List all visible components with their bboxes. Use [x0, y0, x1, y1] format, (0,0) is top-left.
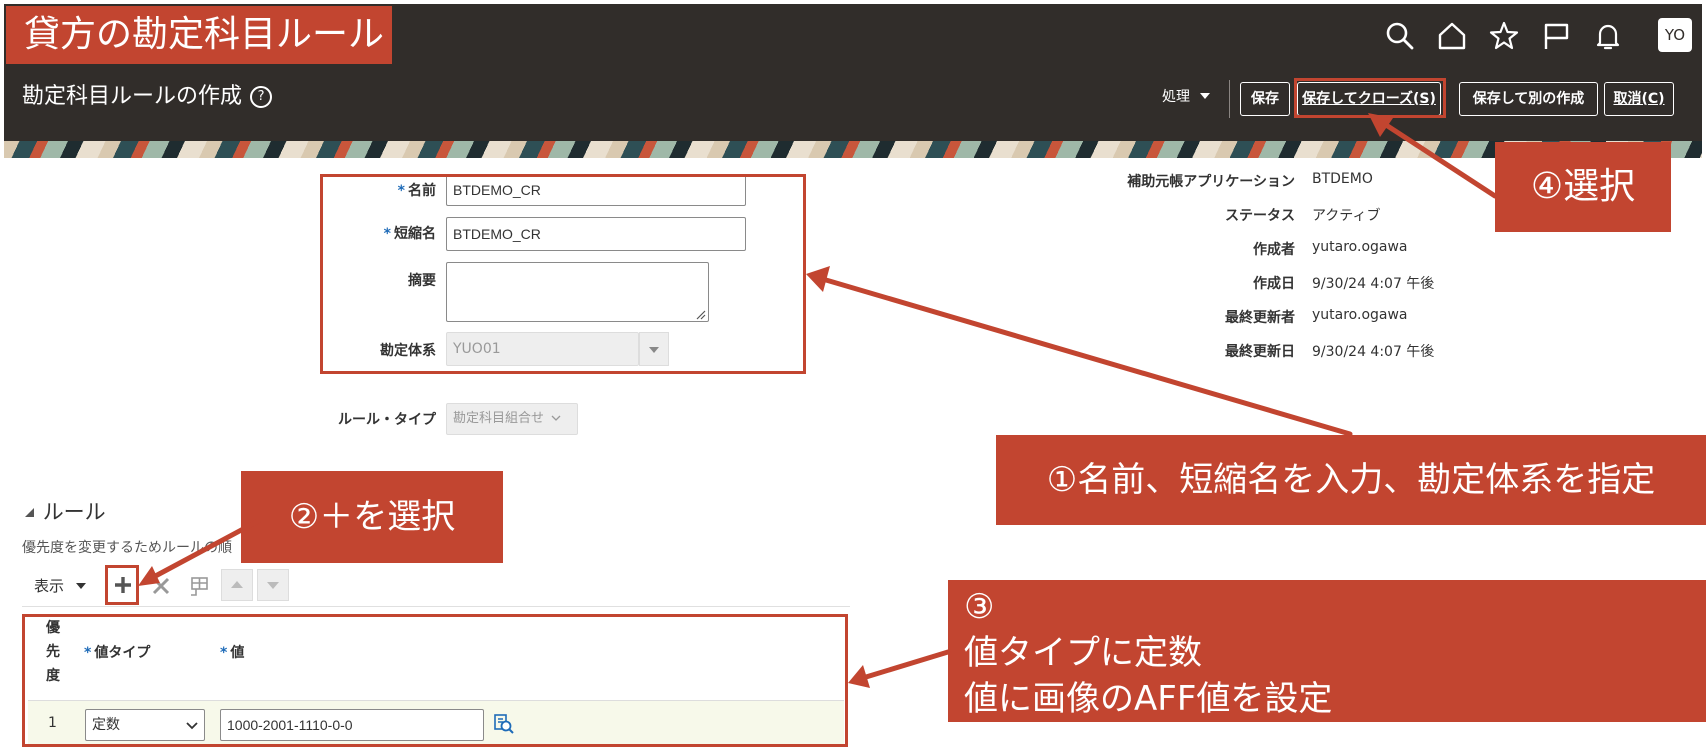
- arrow-3: [863, 649, 951, 680]
- arrow-4: [1380, 120, 1498, 199]
- arrowhead-1: [806, 266, 830, 292]
- arrow-1: [823, 277, 1353, 437]
- arrows-overlay: [138, 113, 1498, 688]
- arrow-2: [145, 517, 263, 583]
- arrowhead-2: [138, 566, 160, 586]
